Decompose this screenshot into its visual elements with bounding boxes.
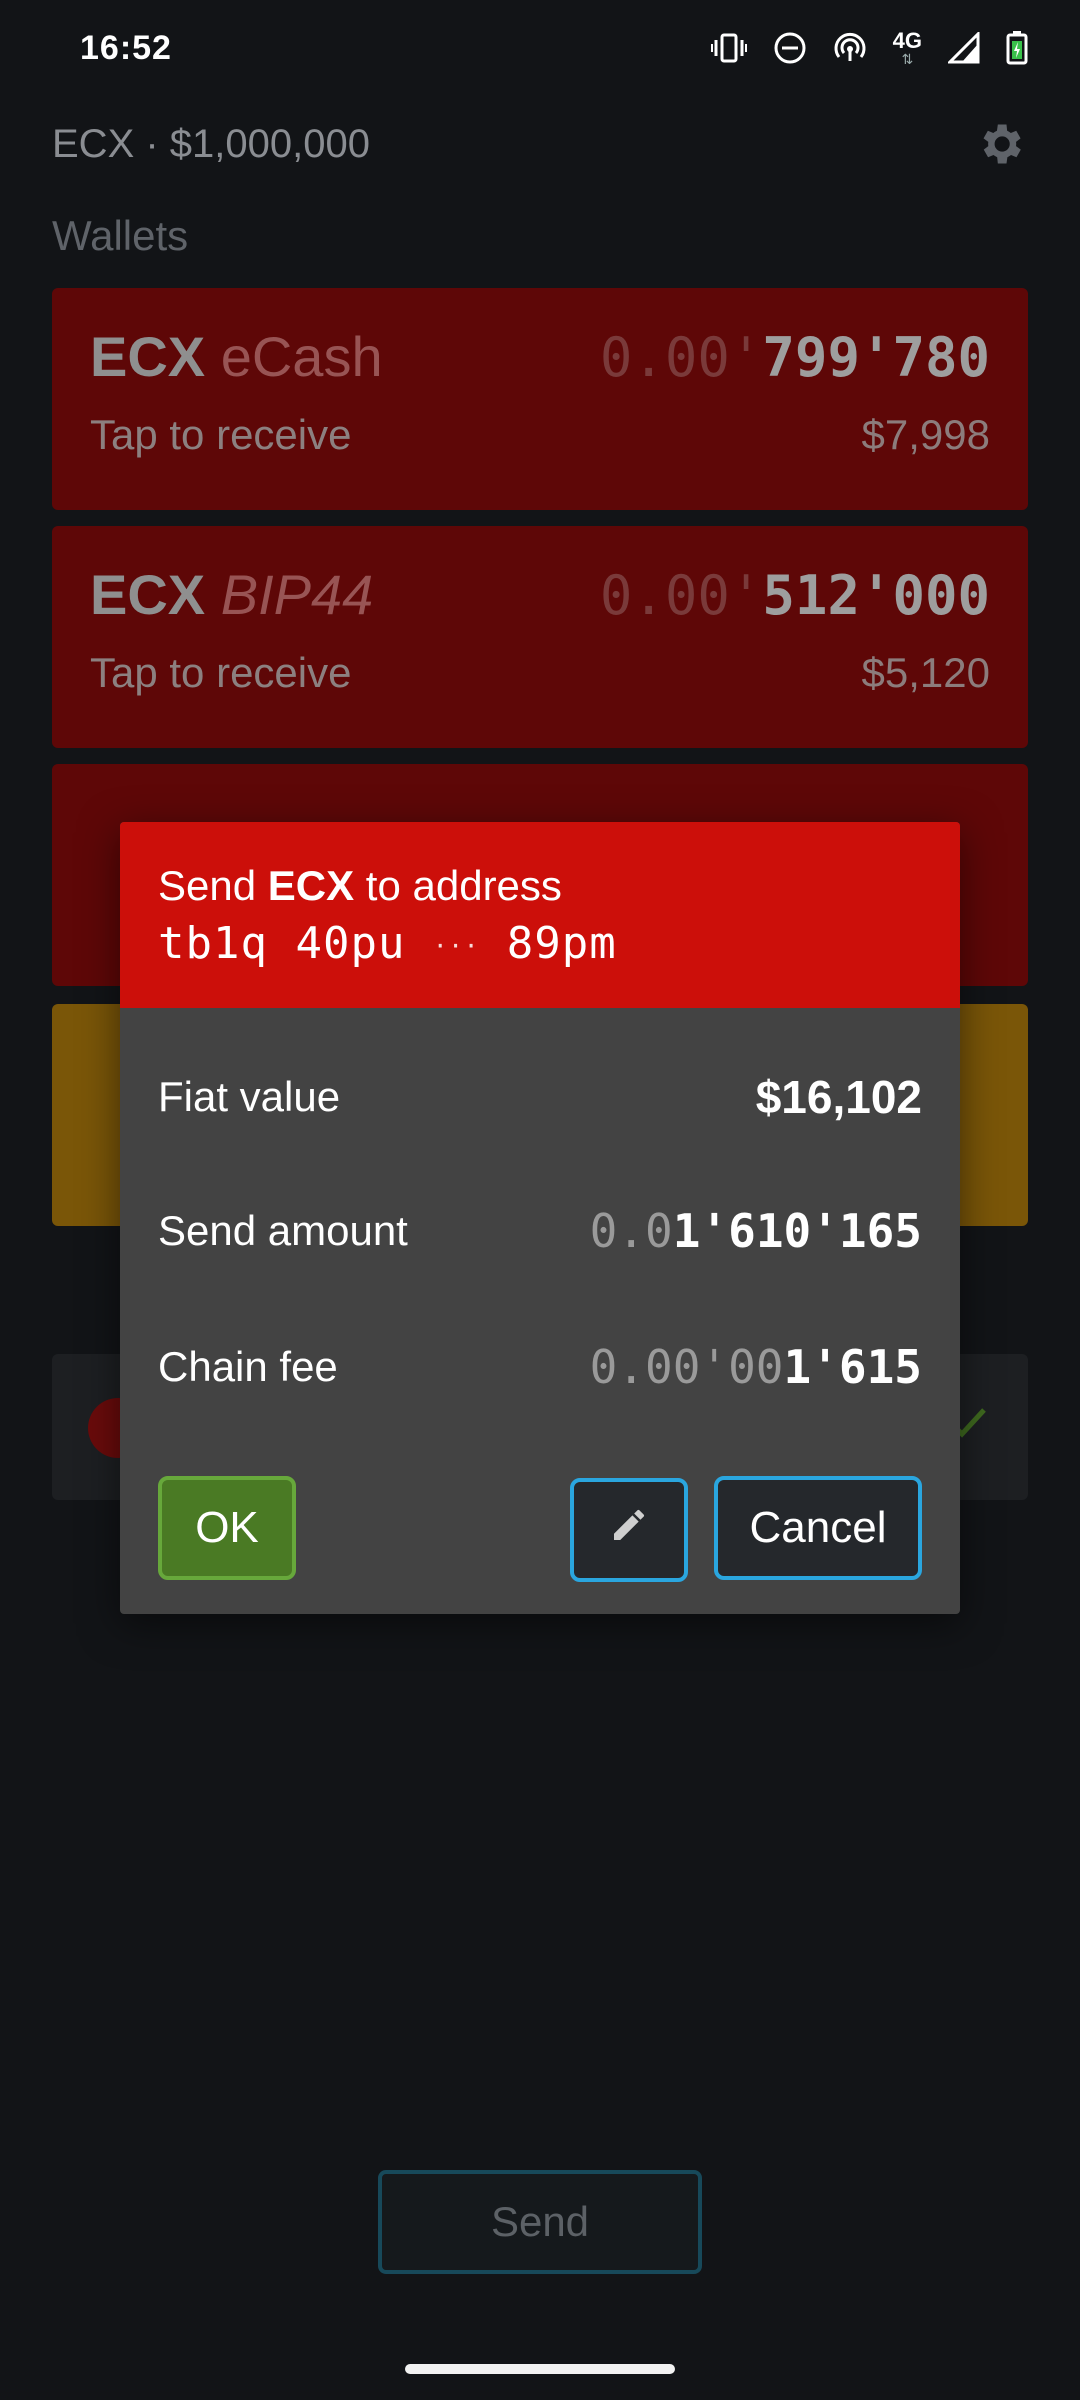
- wallet-amount: 0.00'512'000: [599, 564, 990, 627]
- wallet-name: ECX eCash: [90, 325, 383, 388]
- wallet-fiat: $5,120: [861, 649, 990, 696]
- send-amount-label: Send amount: [158, 1207, 408, 1254]
- wallets-section-title: Wallets: [52, 212, 189, 259]
- hotspot-icon: [833, 31, 867, 65]
- wallet-action: Tap to receive: [90, 411, 352, 458]
- destination-address: tb1q 40pu ··· 89pm: [158, 918, 617, 969]
- chain-fee-row: Chain fee 0.00'001'615: [158, 1332, 922, 1402]
- send-amount-row: Send amount 0.01'610'165: [158, 1196, 922, 1266]
- fiat-value-row: Fiat value $16,102: [158, 1062, 922, 1132]
- wallet-name: ECX BIP44: [90, 563, 374, 626]
- home-indicator[interactable]: [405, 2364, 675, 2374]
- chain-fee-value: 0.00'001'615: [589, 1340, 922, 1394]
- dialog-title: Send ECX to address: [158, 862, 562, 909]
- wallet-amount: 0.00'799'780: [599, 326, 990, 389]
- wallet-fiat: $7,998: [861, 411, 990, 458]
- pencil-icon: [609, 1505, 649, 1556]
- gear-icon[interactable]: [972, 116, 1028, 172]
- wallet-card-bip44[interactable]: ECX BIP44 0.00'512'000 Tap to receive $5…: [52, 526, 1028, 748]
- fiat-value-label: Fiat value: [158, 1073, 341, 1120]
- send-button[interactable]: Send: [378, 2170, 702, 2274]
- battery-icon: [1006, 31, 1028, 65]
- status-time: 16:52: [80, 28, 172, 67]
- edit-button[interactable]: [570, 1478, 688, 1582]
- wallet-card-ecash[interactable]: ECX eCash 0.00'799'780 Tap to receive $7…: [52, 288, 1028, 510]
- vibrate-icon: [710, 31, 747, 65]
- wallet-action: Tap to receive: [90, 649, 352, 696]
- dialog-header: Send ECX to address tb1q 40pu ··· 89pm: [120, 822, 960, 1008]
- ok-button[interactable]: OK: [158, 1476, 296, 1580]
- network-type: 4G ⇅: [892, 28, 922, 67]
- app-header: ECX · $1,000,000: [52, 112, 1028, 176]
- chain-fee-label: Chain fee: [158, 1343, 338, 1390]
- status-bar: 16:52 4G ⇅: [0, 0, 1080, 96]
- send-confirm-dialog: Send ECX to address tb1q 40pu ··· 89pm F…: [120, 822, 960, 1614]
- status-icons: 4G ⇅: [710, 28, 1028, 67]
- data-arrows-icon: ⇅: [901, 51, 914, 67]
- send-amount-value: 0.01'610'165: [589, 1204, 922, 1258]
- cancel-button[interactable]: Cancel: [714, 1476, 922, 1580]
- signal-icon: [948, 32, 980, 64]
- dnd-icon: [773, 31, 807, 65]
- app-title: ECX · $1,000,000: [52, 121, 370, 166]
- fiat-value: $16,102: [755, 1071, 922, 1123]
